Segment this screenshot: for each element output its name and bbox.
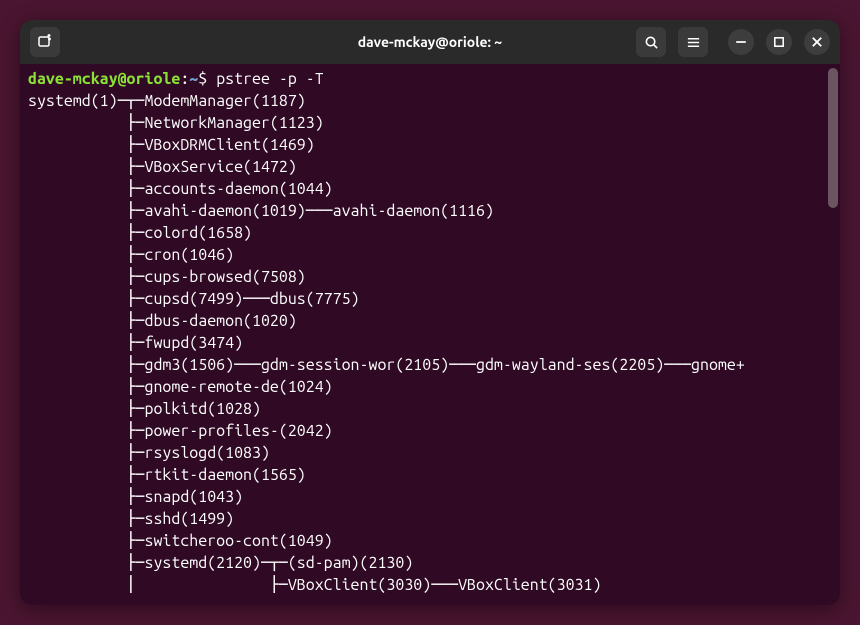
output-line: ├─NetworkManager(1123) bbox=[28, 114, 324, 132]
titlebar-left bbox=[30, 27, 60, 57]
output-line: ├─fwupd(3474) bbox=[28, 334, 243, 352]
output-line: ├─VBoxDRMClient(1469) bbox=[28, 136, 315, 154]
output-line: systemd(1)─┬─ModemManager(1187) bbox=[28, 92, 306, 110]
output-line: ├─dbus-daemon(1020) bbox=[28, 312, 297, 330]
output-line: │ ├─VBoxClient(3030)───VBoxClient(3031) bbox=[28, 576, 601, 594]
output-line: ├─systemd(2120)─┬─(sd-pam)(2130) bbox=[28, 554, 413, 572]
new-tab-button[interactable] bbox=[30, 27, 60, 57]
titlebar: dave-mckay@oriole: ~ bbox=[20, 20, 840, 64]
output-line: ├─cron(1046) bbox=[28, 246, 234, 264]
maximize-icon bbox=[773, 36, 785, 48]
output-line: ├─switcheroo-cont(1049) bbox=[28, 532, 333, 550]
output-line: ├─VBoxService(1472) bbox=[28, 158, 297, 176]
minimize-button[interactable] bbox=[728, 29, 754, 55]
output-line: ├─gnome-remote-de(1024) bbox=[28, 378, 333, 396]
hamburger-icon bbox=[686, 35, 701, 50]
menu-button[interactable] bbox=[678, 27, 708, 57]
prompt-dollar: $ bbox=[198, 70, 216, 88]
output-line: ├─accounts-daemon(1044) bbox=[28, 180, 333, 198]
output-line: ├─cupsd(7499)───dbus(7775) bbox=[28, 290, 360, 308]
output-line: ├─colord(1658) bbox=[28, 224, 252, 242]
terminal-window: dave-mckay@oriole: ~ bbox=[20, 20, 840, 605]
new-tab-icon bbox=[37, 34, 53, 50]
search-icon bbox=[644, 35, 659, 50]
close-icon bbox=[811, 36, 823, 48]
minimize-icon bbox=[735, 36, 747, 48]
search-button[interactable] bbox=[636, 27, 666, 57]
scrollbar[interactable] bbox=[828, 68, 838, 208]
close-button[interactable] bbox=[804, 29, 830, 55]
output-line: ├─snapd(1043) bbox=[28, 488, 243, 506]
output-line: ├─polkitd(1028) bbox=[28, 400, 261, 418]
output-line: ├─rtkit-daemon(1565) bbox=[28, 466, 306, 484]
window-controls bbox=[728, 29, 830, 55]
output-line: ├─gdm3(1506)───gdm-session-wor(2105)───g… bbox=[28, 356, 745, 374]
command-text: pstree -p -T bbox=[216, 70, 324, 88]
prompt-path: ~ bbox=[189, 70, 198, 88]
maximize-button[interactable] bbox=[766, 29, 792, 55]
terminal-content[interactable]: dave-mckay@oriole:~$ pstree -p -T system… bbox=[20, 64, 840, 605]
window-title: dave-mckay@oriole: ~ bbox=[358, 34, 502, 50]
output-line: ├─sshd(1499) bbox=[28, 510, 234, 528]
prompt-colon: : bbox=[180, 70, 189, 88]
output-line: ├─rsyslogd(1083) bbox=[28, 444, 270, 462]
titlebar-right bbox=[636, 27, 830, 57]
output-line: ├─cups-browsed(7508) bbox=[28, 268, 306, 286]
output-line: ├─avahi-daemon(1019)───avahi-daemon(1116… bbox=[28, 202, 494, 220]
output-line: ├─power-profiles-(2042) bbox=[28, 422, 333, 440]
prompt-user-host: dave-mckay@oriole bbox=[28, 70, 180, 88]
